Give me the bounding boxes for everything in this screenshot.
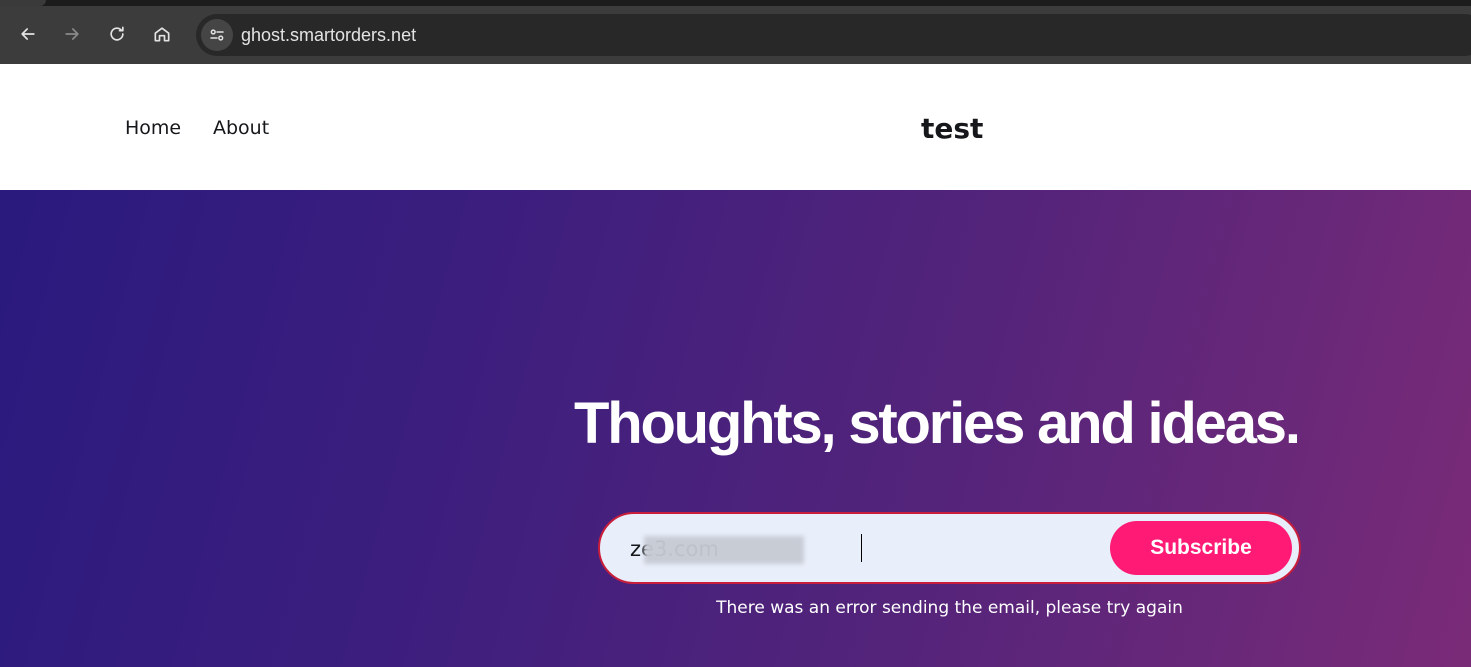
text-caret [861, 534, 862, 562]
site-header: Home About test [0, 64, 1471, 190]
url-text[interactable]: ghost.smartorders.net [241, 25, 416, 46]
home-icon [154, 27, 170, 42]
reload-icon [110, 26, 124, 41]
forward-button[interactable] [56, 18, 88, 50]
back-button[interactable] [12, 18, 44, 50]
hero-headline: Thoughts, stories and ideas. [574, 391, 1301, 456]
site-info-button[interactable] [201, 19, 233, 51]
browser-toolbar: ghost.smartorders.net [0, 6, 1471, 64]
subscribe-button[interactable]: Subscribe [1110, 521, 1292, 575]
redacted-email-blur [644, 536, 804, 564]
address-bar[interactable]: ghost.smartorders.net [196, 14, 1471, 56]
nav-home-link[interactable]: Home [125, 117, 181, 139]
forward-arrow-icon [65, 28, 79, 40]
error-message: There was an error sending the email, pl… [716, 598, 1183, 618]
reload-button[interactable] [101, 18, 133, 50]
back-arrow-icon [21, 28, 35, 40]
site-title[interactable]: test [921, 112, 983, 145]
nav-about-link[interactable]: About [213, 117, 269, 139]
hero-section: Thoughts, stories and ideas. Subscribe T… [0, 190, 1471, 667]
subscribe-form: Subscribe [598, 512, 1301, 584]
site-settings-icon [210, 29, 224, 41]
home-button[interactable] [146, 18, 178, 50]
